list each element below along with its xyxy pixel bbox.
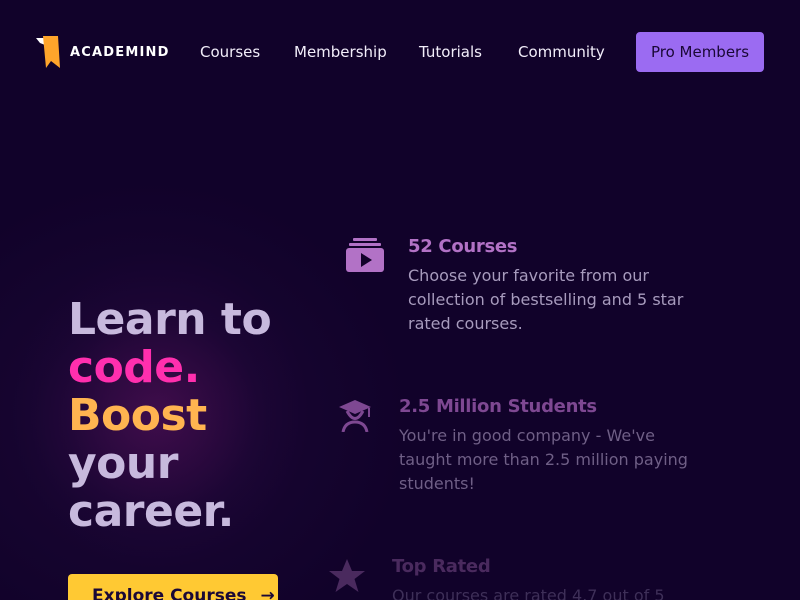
feature-courses-desc: Choose your favorite from our collection… (408, 266, 684, 333)
arrow-right-icon: → (260, 586, 275, 600)
hero-line-career: career. (68, 486, 234, 537)
hero-heading: Learn to code. Boost your career. (68, 294, 272, 537)
feature-rated-title: Top Rated (392, 556, 491, 577)
explore-courses-button[interactable]: Explore Courses → (68, 574, 278, 600)
nav-membership[interactable]: Membership (294, 42, 387, 62)
hero-line-code: code. (68, 342, 200, 393)
nav-community[interactable]: Community (518, 42, 605, 62)
nav-tutorials[interactable]: Tutorials (419, 42, 482, 62)
hero-line-learn: Learn to (68, 294, 272, 345)
explore-courses-label: Explore Courses (92, 586, 247, 600)
feature-students-desc: You're in good company - We've taught mo… (399, 426, 688, 493)
video-play-icon (346, 238, 384, 272)
feature-students-title: 2.5 Million Students (399, 396, 597, 417)
pro-members-button[interactable]: Pro Members (636, 32, 764, 72)
feature-courses-title: 52 Courses (408, 236, 518, 257)
hero-line-boost: Boost (68, 390, 207, 441)
star-icon (329, 559, 365, 592)
feature-rated-desc: Our courses are rated 4.7 out of 5 (392, 586, 665, 600)
graduate-student-icon (339, 400, 371, 432)
hero-line-your: your (68, 438, 178, 489)
nav-courses[interactable]: Courses (200, 42, 260, 62)
